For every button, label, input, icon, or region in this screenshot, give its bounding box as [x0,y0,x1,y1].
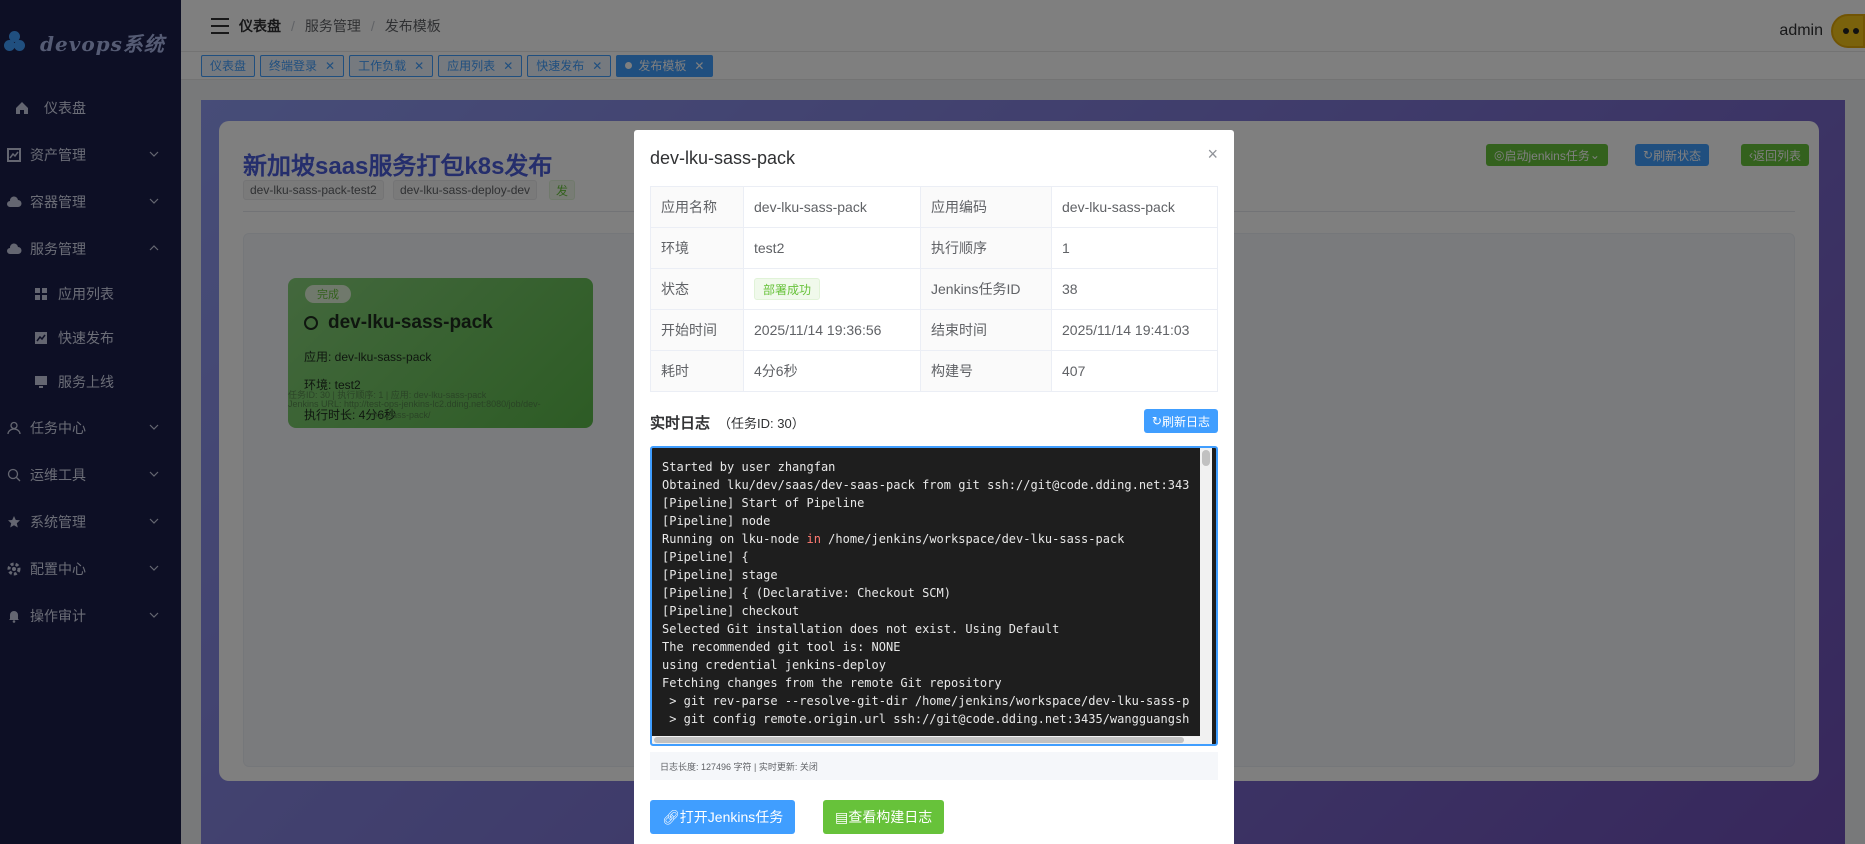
document-icon: ▤ [835,808,849,825]
log-line: using credential jenkins-deploy [662,658,886,672]
button-label: 查看构建日志 [848,809,933,825]
log-line: Fetching changes from the remote Git rep… [662,676,1002,690]
value-env: test2 [743,227,921,269]
log-line: Started by user zhangfan [662,460,836,474]
log-line: Selected Git installation does not exist… [662,622,1060,636]
value-build-number: 407 [1051,350,1218,392]
log-console[interactable]: Started by user zhangfan Obtained lku/dev… [650,446,1218,746]
log-line: Obtained lku/dev/saas/dev-saas-pack from… [662,478,1190,492]
label-start-time: 开始时间 [650,309,744,351]
table-row: 环境 test2 执行顺序 1 [650,227,1218,269]
task-info-table: 应用名称 dev-lku-sass-pack 应用编码 dev-lku-sass… [650,186,1218,392]
value-end-time: 2025/11/14 19:41:03 [1051,309,1218,351]
table-row: 耗时 4分6秒 构建号 407 [650,350,1218,392]
log-line: [Pipeline] node [662,514,771,528]
label-jenkins-id: Jenkins任务ID [920,268,1052,310]
log-line: [Pipeline] stage [662,568,778,582]
value-app-name: dev-lku-sass-pack [743,186,921,228]
log-lines: Started by user zhangfan Obtained lku/dev… [662,458,1189,728]
value-app-code: dev-lku-sass-pack [1051,186,1218,228]
value-order: 1 [1051,227,1218,269]
log-line: [Pipeline] { [662,550,749,564]
log-header: 实时日志 （任务ID: 30） [650,412,805,433]
refresh-log-button[interactable]: ↻ 刷新日志 [1143,409,1218,433]
status-badge: 部署成功 [754,278,821,300]
label-duration: 耗时 [650,350,744,392]
value-start-time: 2025/11/14 19:36:56 [743,309,921,351]
log-line: [Pipeline] Start of Pipeline [662,496,865,510]
close-icon[interactable]: × [1207,144,1218,165]
button-label: 打开Jenkins任务 [679,809,784,825]
button-label: 刷新日志 [1161,414,1210,429]
value-duration: 4分6秒 [743,350,921,392]
value-jenkins-id: 38 [1051,268,1218,310]
label-build-number: 构建号 [920,350,1052,392]
table-row: 开始时间 2025/11/14 19:36:56 结束时间 2025/11/14… [650,309,1218,351]
label-app-name: 应用名称 [650,186,744,228]
log-title: 实时日志 [650,415,711,432]
label-app-code: 应用编码 [920,186,1052,228]
log-line: The recommended git tool is: NONE [662,640,901,654]
label-env: 环境 [650,227,744,269]
view-build-log-button[interactable]: ▤ 查看构建日志 [823,800,945,834]
label-order: 执行顺序 [920,227,1052,269]
log-footer: 日志长度: 127496 字符 | 实时更新: 关闭 [650,752,1218,780]
log-task-id: （任务ID: 30） [718,416,805,431]
table-row: 应用名称 dev-lku-sass-pack 应用编码 dev-lku-sass… [650,186,1218,228]
log-line: [Pipeline] checkout [662,604,800,618]
table-row: 状态 部署成功 Jenkins任务ID 38 [650,268,1218,310]
task-detail-dialog: dev-lku-sass-pack × 应用名称 dev-lku-sass-pa… [634,130,1234,844]
open-jenkins-button[interactable]: 🔗︎ 打开Jenkins任务 [650,800,796,834]
refresh-icon: ↻ [1151,414,1162,428]
log-line: Running on lku-node in /home/jenkins/wor… [662,532,1125,546]
vertical-scrollbar[interactable] [1200,448,1212,744]
value-status: 部署成功 [743,268,921,310]
log-line: > git rev-parse --resolve-git-dir /home/… [662,694,1190,708]
label-status: 状态 [650,268,744,310]
link-icon: 🔗︎ [662,808,680,825]
dialog-title: dev-lku-sass-pack [650,148,796,168]
log-line: [Pipeline] { (Declarative: Checkout SCM) [662,586,951,600]
label-end-time: 结束时间 [920,309,1052,351]
log-line: > git config remote.origin.url ssh://git… [662,712,1190,726]
horizontal-scrollbar[interactable] [652,736,1204,744]
